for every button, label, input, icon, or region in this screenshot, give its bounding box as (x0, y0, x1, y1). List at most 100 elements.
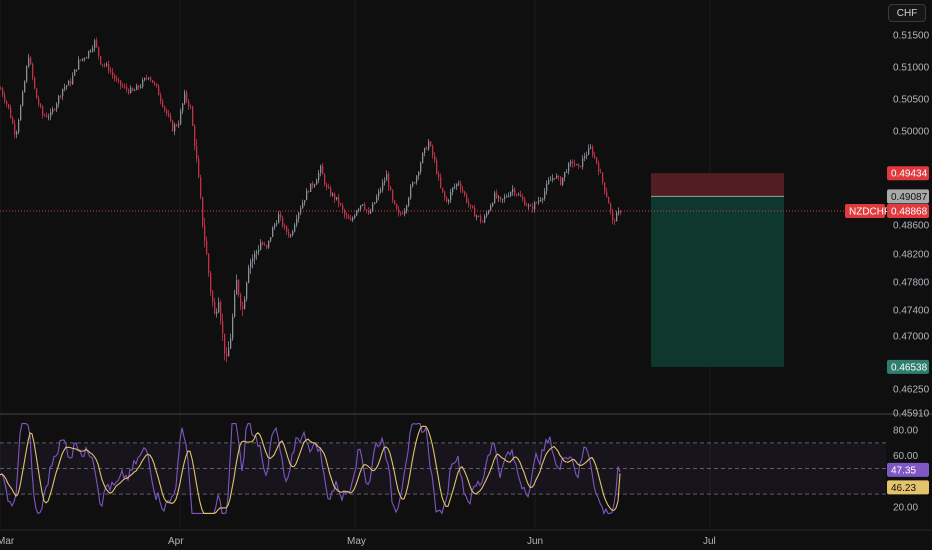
candle-body (598, 162, 600, 172)
candle-body (26, 66, 28, 82)
candle-body (242, 306, 244, 309)
candle-body (404, 211, 406, 214)
candle-body (556, 175, 558, 179)
candle-body (216, 312, 218, 314)
candle-body (426, 147, 428, 150)
candle-body (528, 205, 530, 207)
candle-body (166, 109, 168, 114)
candle-body (50, 112, 52, 117)
candle-body (38, 98, 40, 105)
candle-body (430, 141, 432, 147)
candle-body (610, 203, 612, 212)
price-tick-label: 0.45910 (893, 409, 930, 420)
candle-body (56, 103, 58, 110)
candle-body (230, 338, 232, 349)
candle-body (418, 171, 420, 177)
candle-body (192, 107, 194, 126)
currency-button[interactable]: CHF (888, 4, 926, 22)
candle-body (90, 50, 92, 52)
candle-body (518, 194, 520, 196)
candle-body (72, 75, 74, 85)
candle-body (558, 175, 560, 177)
candle-body (310, 183, 312, 192)
candle-body (114, 75, 116, 80)
candle-body (218, 302, 220, 313)
long-position-tool[interactable] (651, 173, 784, 367)
candle-body (378, 191, 380, 197)
candle-body (298, 212, 300, 219)
candle-body (572, 161, 574, 164)
candle-body (52, 109, 54, 113)
candle-body (8, 104, 10, 108)
candle-body (148, 77, 150, 79)
candle-body (270, 237, 272, 241)
time-tick-label: May (347, 536, 366, 547)
candle-body (280, 214, 282, 218)
entry-price-badge: 0.49087 (891, 192, 928, 203)
candle-body (342, 205, 344, 210)
candle-body (398, 209, 400, 214)
candle-body (608, 197, 610, 204)
candle-body (396, 203, 398, 210)
candle-body (74, 69, 76, 76)
candle-body (348, 216, 350, 219)
candle-body (462, 189, 464, 192)
candle-body (24, 81, 26, 93)
candle-body (338, 197, 340, 204)
candle-body (186, 92, 188, 101)
rsi-tick-label: 20.00 (893, 503, 918, 514)
candle-body (88, 50, 90, 58)
candle-body (322, 165, 324, 175)
candle-body (506, 196, 508, 198)
candle-body (570, 161, 572, 164)
price-tick-label: 0.51000 (893, 63, 930, 74)
candle-body (126, 86, 128, 90)
candle-body (142, 80, 144, 87)
candle-body (312, 183, 314, 187)
candle-body (262, 242, 264, 245)
candle-body (616, 212, 618, 222)
candle-body (484, 216, 486, 223)
candle-body (460, 183, 462, 190)
candle-body (424, 147, 426, 153)
candle-body (486, 213, 488, 217)
candle-body (268, 240, 270, 248)
candle-body (588, 148, 590, 155)
candle-body (42, 106, 44, 116)
price-tick-label: 0.46250 (893, 385, 930, 396)
candle-body (504, 196, 506, 199)
candle-body (20, 105, 22, 121)
candle-body (184, 92, 186, 104)
candle-body (290, 235, 292, 237)
candle-body (362, 204, 364, 206)
candle-body (534, 202, 536, 210)
candle-body (58, 95, 60, 104)
candle-body (190, 106, 192, 108)
candle-body (228, 348, 230, 357)
candle-body (288, 231, 290, 236)
candle-body (432, 146, 434, 156)
candle-body (594, 155, 596, 158)
candle-body (44, 115, 46, 117)
candle-body (94, 40, 96, 49)
candle-body (250, 261, 252, 268)
candle-body (582, 158, 584, 167)
candle-body (138, 85, 140, 88)
candle-body (36, 88, 38, 99)
candle-body (428, 141, 430, 150)
candle-body (382, 182, 384, 190)
stop-loss-zone[interactable] (651, 173, 784, 197)
candle-body (208, 254, 210, 273)
candle-body (252, 258, 254, 262)
candle-body (402, 213, 404, 215)
candle-body (412, 182, 414, 187)
candle-body (470, 204, 472, 207)
candle-body (10, 107, 12, 118)
candle-body (370, 211, 372, 214)
candle-body (246, 282, 248, 299)
chart-canvas[interactable]: 0.51500 0.51000 0.50500 0.50000 0.48600 0.482… (0, 0, 932, 550)
candle-body (80, 59, 82, 61)
take-profit-zone[interactable] (651, 196, 784, 367)
candle-body (0, 88, 2, 90)
candle-body (60, 95, 62, 97)
